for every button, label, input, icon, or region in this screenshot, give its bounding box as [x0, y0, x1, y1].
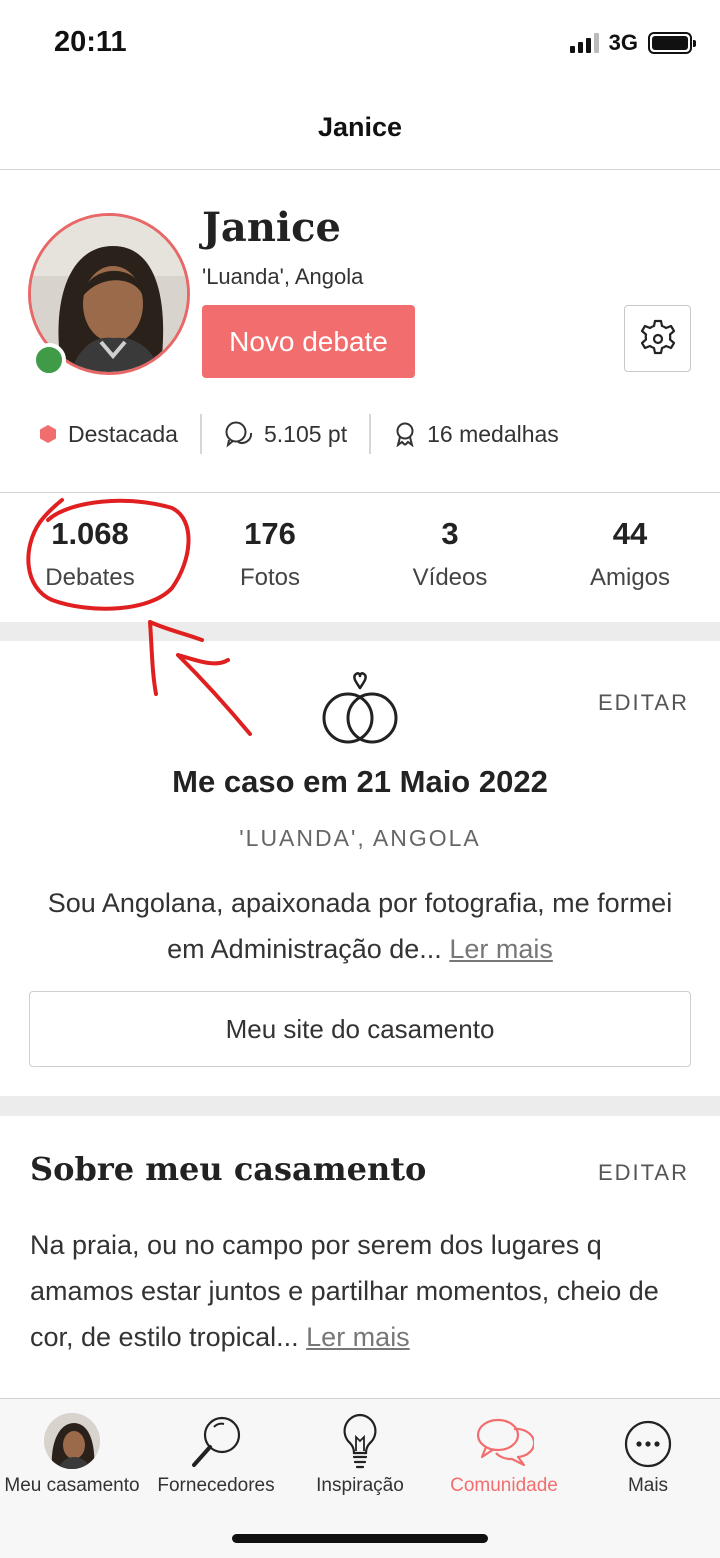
tab-label: Inspiração [316, 1475, 404, 1496]
wedding-rings-icon [322, 672, 398, 744]
status-time: 20:11 [54, 26, 127, 58]
stat-label: Amigos [589, 564, 671, 591]
section-separator [0, 1096, 720, 1116]
tab-label: Mais [627, 1475, 669, 1496]
divider [0, 169, 720, 170]
tab-label: Meu casamento [4, 1475, 140, 1496]
tab-icon [474, 1399, 534, 1469]
stat-value: 3 [441, 516, 459, 551]
bio-text: Sou Angolana, apaixonada por fotografia,… [47, 888, 673, 964]
stat-photos[interactable]: 176 Fotos [180, 494, 360, 622]
badge-label: 16 medalhas [427, 420, 559, 447]
stat-label: Fotos [239, 564, 301, 591]
tab-inspiration[interactable]: Inspiração [288, 1399, 432, 1499]
gear-icon [640, 319, 675, 354]
lightbulb-icon [343, 1413, 377, 1469]
online-status-dot [32, 343, 66, 377]
wedding-location: 'LUANDA', ANGOLA [239, 825, 481, 851]
section-separator [0, 622, 720, 641]
read-more-link[interactable]: Ler mais [306, 1322, 410, 1352]
badge-medals: 16 medalhas [393, 412, 559, 456]
hexagon-icon [40, 425, 56, 443]
profile-stats: 1.068 Debates 176 Fotos 3 Vídeos 44 Amig… [0, 494, 720, 622]
medal-icon [396, 422, 414, 447]
page-title: Janice [317, 112, 403, 142]
tab-community[interactable]: Comunidade [432, 1399, 576, 1499]
edit-wedding-link[interactable]: EDITAR [598, 690, 689, 716]
network-type: 3G [608, 30, 638, 55]
profile-name: Janice [202, 204, 341, 251]
profile-avatar[interactable] [28, 213, 190, 377]
stat-videos[interactable]: 3 Vídeos [360, 494, 540, 622]
new-debate-button[interactable]: Novo debate [202, 305, 415, 378]
stat-friends[interactable]: 44 Amigos [540, 494, 720, 622]
stat-label: Vídeos [412, 564, 488, 591]
about-text: Na praia, ou no campo por serem dos luga… [30, 1222, 694, 1360]
home-indicator [232, 1534, 488, 1543]
settings-button[interactable] [624, 305, 691, 372]
chat-bubbles-icon [225, 421, 252, 448]
stat-value: 1.068 [51, 516, 129, 551]
edit-about-link[interactable]: EDITAR [598, 1160, 689, 1186]
profile-bio: Sou Angolana, apaixonada por fotografia,… [30, 880, 690, 972]
status-indicators: 3G [569, 30, 696, 56]
stat-value: 176 [244, 516, 296, 551]
badge-label: Destacada [68, 420, 178, 447]
battery-icon [648, 32, 696, 54]
more-icon [624, 1420, 672, 1468]
status-bar: 20:11 3G [0, 0, 720, 90]
tab-icon [188, 1399, 244, 1469]
wedding-date: Me caso em 21 Maio 2022 [172, 764, 548, 799]
tab-label: Fornecedores [157, 1475, 275, 1496]
avatar [44, 1413, 100, 1469]
signal-icon [569, 33, 599, 53]
tab-more[interactable]: Mais [576, 1399, 720, 1499]
divider [199, 414, 202, 454]
profile-location: 'Luanda', Angola [202, 264, 364, 289]
badge-featured: Destacada [38, 412, 178, 456]
tab-icon [338, 1399, 382, 1469]
profile-badges: Destacada 5.105 pt 16 medalhas [0, 412, 720, 456]
tab-my-wedding[interactable]: Meu casamento [0, 1399, 144, 1499]
divider [369, 414, 372, 454]
stat-label: Debates [45, 564, 135, 591]
divider [0, 492, 720, 493]
magnifier-icon [192, 1416, 241, 1467]
stat-value: 44 [612, 516, 648, 551]
tab-label: Comunidade [450, 1475, 558, 1496]
stat-debates[interactable]: 1.068 Debates [0, 494, 180, 622]
badge-points: 5.105 pt [224, 412, 347, 456]
chat-bubbles-icon [476, 1418, 534, 1467]
wedding-site-button[interactable]: Meu site do casamento [29, 991, 691, 1067]
tab-suppliers[interactable]: Fornecedores [144, 1399, 288, 1499]
about-section-title: Sobre meu casamento [30, 1150, 427, 1188]
read-more-link[interactable]: Ler mais [449, 934, 553, 964]
tab-icon [44, 1399, 100, 1469]
tab-icon [623, 1399, 673, 1469]
badge-label: 5.105 pt [263, 420, 348, 447]
